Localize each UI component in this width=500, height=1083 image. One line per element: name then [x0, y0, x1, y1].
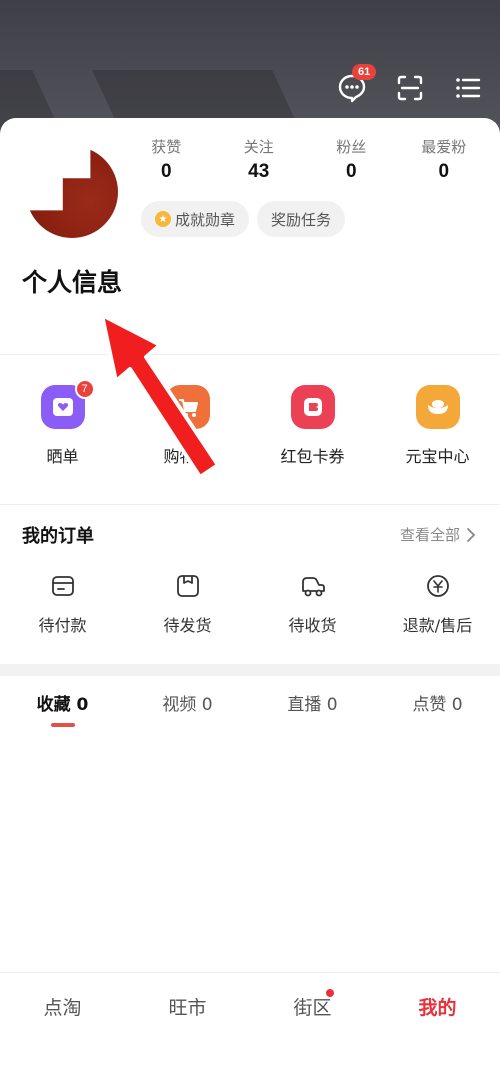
- quick-item-cart[interactable]: 购物车: [125, 385, 250, 467]
- scan-icon: [397, 75, 423, 101]
- divider: [0, 504, 500, 505]
- order-label: 退款/售后: [402, 616, 473, 635]
- bottom-nav: 点淘 旺市 街区 我的: [0, 972, 500, 1083]
- order-label: 待付款: [38, 616, 87, 635]
- quick-label: 红包卡券: [280, 447, 345, 466]
- profile-stats: 获赞 0 关注 43 粉丝 0 最爱粉 0: [120, 136, 490, 183]
- reward-tasks-button[interactable]: 奖励任务: [257, 201, 346, 237]
- stat-value: 43: [248, 161, 270, 182]
- content-tabs: 收藏 0 视频 0 直播 0 点赞 0: [0, 690, 500, 727]
- tab-label: 收藏 0: [36, 695, 89, 715]
- orders-title: 我的订单: [22, 526, 94, 547]
- cart-icon: [165, 385, 210, 429]
- avatar-image: [26, 146, 118, 238]
- chip-label: 成就勋章: [175, 210, 236, 229]
- quick-item-coupons[interactable]: 红包卡券: [250, 385, 375, 467]
- quick-item-ingot-center[interactable]: 元宝中心: [375, 385, 500, 467]
- achievement-badge-button[interactable]: ★ 成就勋章: [141, 201, 250, 237]
- quick-item-share-order[interactable]: 7 晒单: [0, 379, 125, 467]
- quick-label: 晒单: [46, 447, 79, 466]
- nav-label: 旺市: [168, 997, 207, 1019]
- tab-label: 点赞 0: [412, 695, 463, 715]
- coupon-icon: [290, 385, 335, 429]
- stat-label: 关注: [243, 139, 274, 156]
- quick-badge: 7: [74, 379, 95, 399]
- section-separator: [0, 664, 500, 676]
- refund-icon: [424, 572, 452, 600]
- nav-jiequ[interactable]: 街区: [250, 973, 375, 1083]
- nav-wangshi[interactable]: 旺市: [125, 973, 250, 1083]
- chip-label: 奖励任务: [271, 210, 332, 229]
- stat-value: 0: [438, 161, 450, 182]
- notification-dot: [326, 989, 334, 997]
- tab-favorites[interactable]: 收藏 0: [0, 690, 125, 727]
- order-status-row: 待付款 待发货 待收货 退款/售后: [0, 572, 500, 636]
- nav-label: 我的: [418, 997, 457, 1019]
- stat-value: 0: [160, 161, 172, 182]
- order-label: 待发货: [163, 616, 212, 635]
- order-pending-receipt[interactable]: 待收货: [250, 572, 375, 636]
- quick-label: 购物车: [163, 447, 212, 466]
- stat-value: 0: [345, 161, 357, 182]
- tab-likes[interactable]: 点赞 0: [375, 690, 500, 727]
- package-icon: [174, 572, 202, 600]
- quick-label: 元宝中心: [405, 447, 470, 466]
- order-label: 待收货: [288, 616, 337, 635]
- stat-followers[interactable]: 粉丝 0: [305, 136, 398, 183]
- profile-card: 获赞 0 关注 43 粉丝 0 最爱粉 0 ★ 成就勋章 奖励任务 个人信息: [0, 118, 500, 358]
- tab-videos[interactable]: 视频 0: [125, 690, 250, 727]
- quick-actions: 7 晒单 购物车 红包卡券 元宝中心: [0, 379, 500, 467]
- menu-list-icon: [456, 78, 481, 98]
- divider: [0, 354, 500, 355]
- profile-info-title[interactable]: 个人信息: [22, 263, 122, 299]
- nav-mine[interactable]: 我的: [375, 973, 500, 1083]
- stat-label: 粉丝: [336, 139, 367, 156]
- view-all-orders-link[interactable]: 查看全部: [400, 524, 476, 545]
- menu-button[interactable]: [450, 70, 486, 106]
- stat-following[interactable]: 关注 43: [213, 136, 306, 183]
- scan-button[interactable]: [392, 70, 428, 106]
- ingot-icon: [415, 385, 460, 429]
- share-order-icon: 7: [40, 379, 95, 429]
- header-actions: 61: [334, 64, 486, 106]
- order-pending-shipment[interactable]: 待发货: [125, 572, 250, 636]
- stat-label: 最爱粉: [421, 139, 467, 156]
- truck-icon: [299, 572, 327, 600]
- tab-label: 直播 0: [287, 695, 338, 715]
- nav-label: 点淘: [43, 997, 82, 1019]
- message-badge: 61: [352, 64, 377, 80]
- chevron-right-icon: [467, 527, 476, 542]
- order-refund-after-sale[interactable]: 退款/售后: [375, 572, 500, 636]
- active-tab-indicator: [50, 723, 75, 727]
- stat-likes[interactable]: 获赞 0: [120, 136, 213, 183]
- tab-live[interactable]: 直播 0: [250, 690, 375, 727]
- medal-icon: ★: [155, 211, 171, 227]
- nav-diantao[interactable]: 点淘: [0, 973, 125, 1083]
- view-all-label: 查看全部: [399, 526, 460, 544]
- stat-top-fans[interactable]: 最爱粉 0: [398, 136, 491, 183]
- wallet-icon: [49, 572, 77, 600]
- order-pending-payment[interactable]: 待付款: [0, 572, 125, 636]
- avatar[interactable]: [26, 146, 118, 238]
- message-button[interactable]: 61: [334, 64, 377, 106]
- tab-label: 视频 0: [162, 695, 213, 715]
- profile-chips: ★ 成就勋章 奖励任务: [141, 201, 346, 237]
- nav-label: 街区: [293, 997, 332, 1019]
- stat-label: 获赞: [151, 139, 182, 156]
